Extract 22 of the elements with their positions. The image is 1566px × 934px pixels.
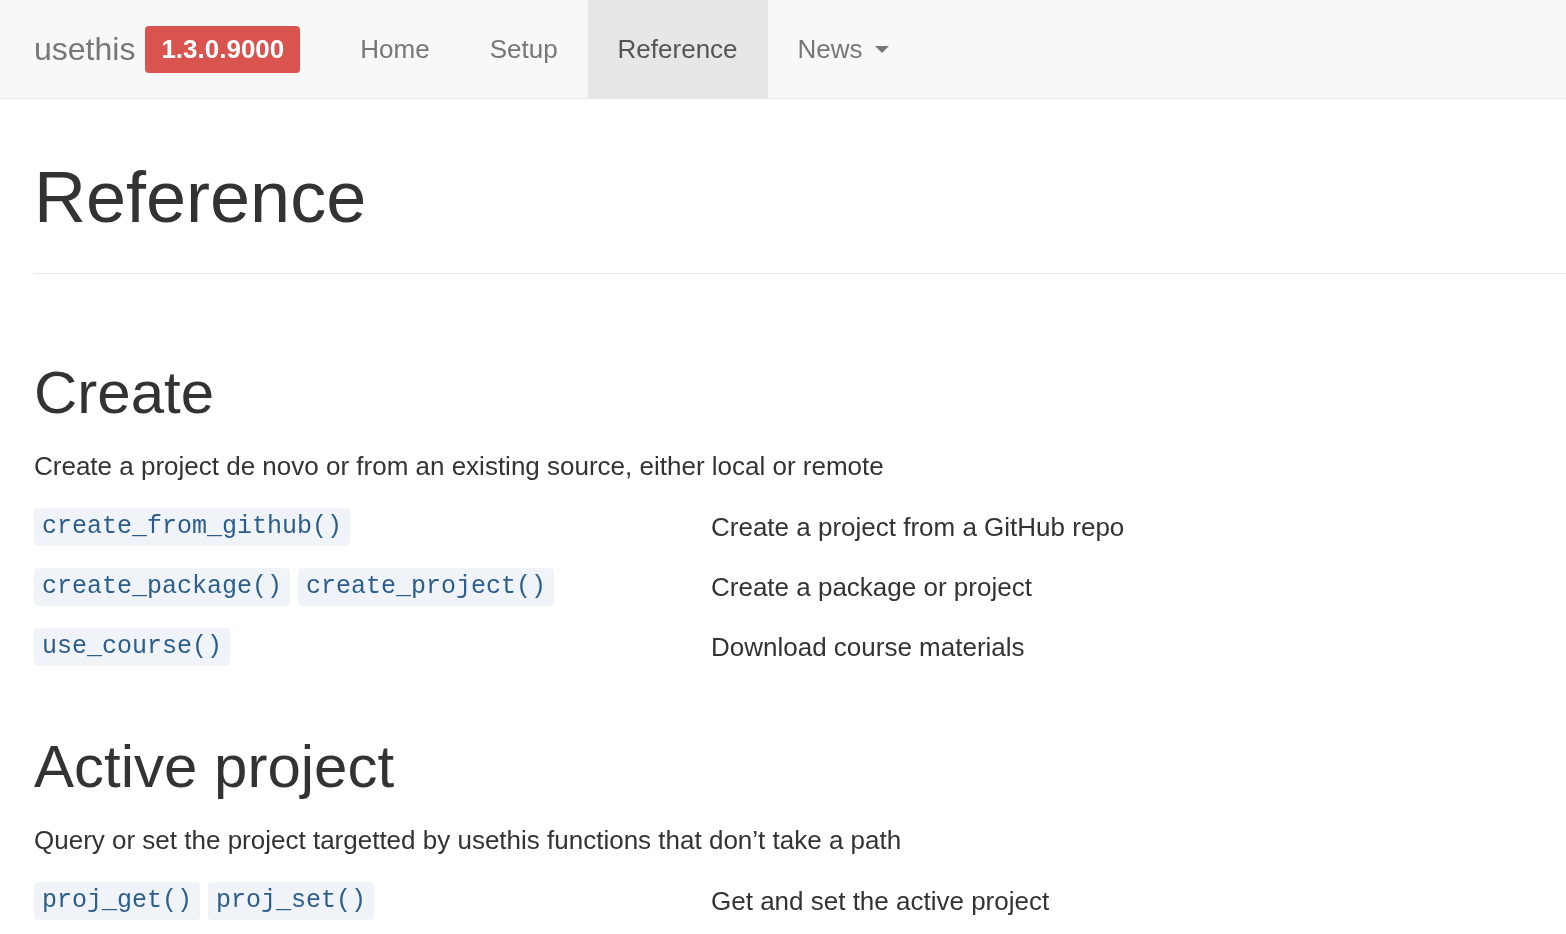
page-title: Reference	[34, 158, 368, 237]
nav-tab[interactable]: News	[767, 0, 919, 98]
section-description: Create a project de novo or from an existing source, either local or remote	[34, 450, 885, 483]
function-summary: Create a package or project	[711, 570, 1032, 604]
function-summary: Create a project from a GitHub repo	[711, 510, 1125, 544]
function-summary: Get and set the active project	[711, 884, 1050, 918]
nav-tab[interactable]: Reference	[587, 0, 768, 98]
function-link[interactable]: create_from_github()	[34, 508, 351, 546]
brand-link[interactable]: usethis	[34, 25, 136, 73]
caret-icon	[874, 45, 889, 53]
function-summary: Download course materials	[711, 630, 1025, 664]
version-badge: 1.3.0.9000	[145, 25, 301, 73]
nav-tab[interactable]: Home	[330, 0, 460, 98]
function-link[interactable]: proj_get()	[34, 882, 201, 920]
nav-tab[interactable]: Setup	[459, 0, 588, 98]
section-description: Query or set the project targetted by usethis functions that don’t take a path	[34, 824, 903, 857]
function-link[interactable]: create_package()	[34, 568, 291, 606]
function-link[interactable]: create_project()	[298, 568, 555, 606]
function-link[interactable]: proj_set()	[208, 882, 375, 920]
section-heading: Create	[34, 360, 216, 426]
section-heading: Active project	[34, 734, 396, 800]
function-link[interactable]: use_course()	[34, 628, 231, 666]
